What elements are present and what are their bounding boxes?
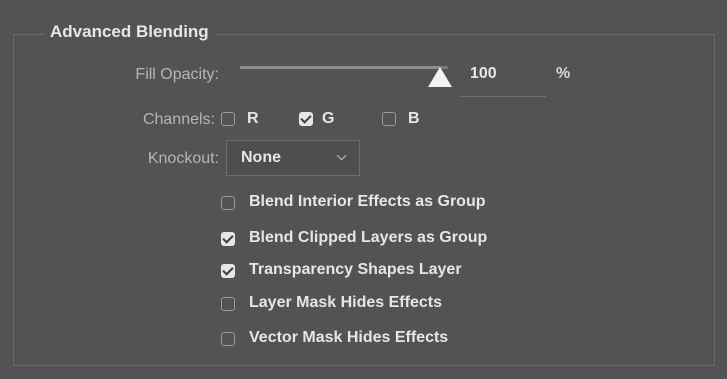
- transparency-shapes-layer-label[interactable]: Transparency Shapes Layer: [249, 260, 462, 280]
- channel-r-checkbox[interactable]: [221, 112, 235, 126]
- channel-g-label[interactable]: G: [322, 109, 334, 129]
- layer-mask-hides-effects-checkbox[interactable]: [221, 297, 235, 311]
- fill-opacity-slider-fill: [240, 66, 440, 69]
- channel-b-checkbox[interactable]: [382, 112, 396, 126]
- fill-opacity-input[interactable]: 100: [470, 64, 497, 84]
- blend-interior-effects-label[interactable]: Blend Interior Effects as Group: [249, 192, 485, 212]
- fill-opacity-unit: %: [556, 65, 571, 82]
- channel-b-label[interactable]: B: [408, 109, 420, 129]
- knockout-selected-value: None: [241, 149, 281, 166]
- channel-r-label[interactable]: R: [247, 109, 259, 129]
- fill-opacity-label: Fill Opacity:: [135, 66, 219, 83]
- fill-opacity-slider-thumb[interactable]: [428, 67, 452, 87]
- knockout-label: Knockout:: [147, 150, 219, 167]
- chevron-down-icon: [336, 150, 347, 161]
- blend-clipped-layers-checkbox[interactable]: [221, 232, 235, 246]
- fill-opacity-input-underline: [460, 96, 546, 97]
- group-title: Advanced Blending: [44, 21, 215, 43]
- channels-label: Channels:: [142, 111, 215, 128]
- knockout-dropdown[interactable]: None: [226, 140, 360, 176]
- transparency-shapes-layer-checkbox[interactable]: [221, 264, 235, 278]
- layer-mask-hides-effects-label[interactable]: Layer Mask Hides Effects: [249, 293, 442, 313]
- blend-interior-effects-checkbox[interactable]: [221, 196, 235, 210]
- vector-mask-hides-effects-label[interactable]: Vector Mask Hides Effects: [249, 328, 448, 348]
- vector-mask-hides-effects-checkbox[interactable]: [221, 332, 235, 346]
- advanced-blending-panel: Advanced Blending Fill Opacity: 100 % Ch…: [0, 0, 727, 379]
- channel-g-checkbox[interactable]: [299, 112, 313, 126]
- fill-opacity-slider[interactable]: [240, 66, 448, 69]
- blend-clipped-layers-label[interactable]: Blend Clipped Layers as Group: [249, 228, 487, 248]
